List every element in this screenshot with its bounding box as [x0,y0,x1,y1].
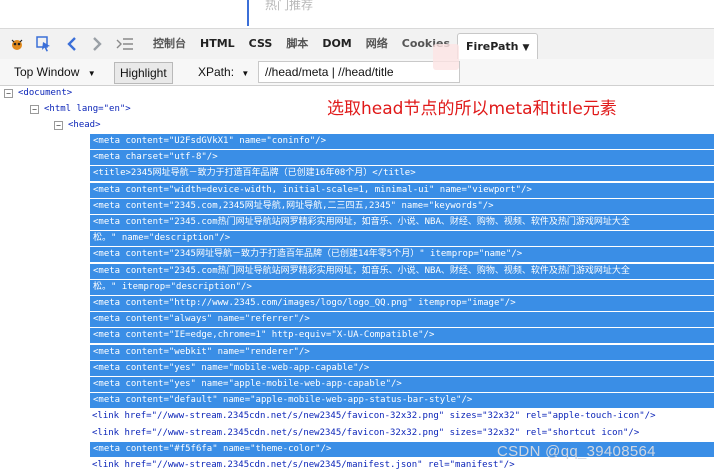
tree-node-line[interactable]: <meta content="width=device-width, initi… [90,182,714,198]
tree-node-line[interactable]: <title>2345网址导航－致力于打造百年品牌（已创建16年08个月）</t… [90,166,714,182]
tab-console[interactable]: 控制台 [146,29,193,59]
tree-node-line[interactable]: <meta content="2345.com热门网址导航站网罗精彩实用网址，如… [90,263,714,279]
highlight-button[interactable]: Highlight [114,62,173,84]
tree-node-head[interactable]: <head> [68,118,101,133]
tree-node-line[interactable]: <link href="//www-stream.2345cdn.net/s/n… [92,426,639,441]
collapse-toggle-icon[interactable]: − [54,121,63,130]
back-arrow-icon[interactable] [63,35,81,53]
xpath-select[interactable]: XPath: ▼ [198,62,249,82]
tab-html[interactable]: HTML [193,29,242,59]
tree-node-line[interactable]: <link href="//www-stream.2345cdn.net/s/n… [92,409,656,424]
chevron-down-icon: ▼ [241,69,250,78]
tree-node-line[interactable]: <meta content="2345.com热门网址导航站网罗精彩实用网址，如… [90,215,714,230]
tree-node-line[interactable]: 松。" itemprop="description"/> [90,279,714,295]
firebug-bug-icon[interactable] [8,35,26,53]
tree-node-line[interactable]: 松。" name="description"/> [90,231,714,247]
tree-node-line[interactable]: <meta content="yes" name="mobile-web-app… [90,360,714,376]
tab-firepath[interactable]: FirePath ▼ [457,32,539,60]
tree-node-html[interactable]: <html lang="en"> [44,102,131,117]
text-cursor-line [247,0,249,26]
tree-node-line[interactable]: <meta content="yes" name="apple-mobile-w… [90,377,714,392]
tree-node-line[interactable]: <meta content="http://www.2345.com/image… [90,296,714,311]
forward-arrow-icon[interactable] [88,35,106,53]
xpath-input[interactable]: //head/meta | //head/title [258,61,460,83]
tab-dom[interactable]: DOM [315,29,358,59]
panel-tabs: 控制台 HTML CSS 脚本 DOM 网络 Cookies FirePath ▼ [146,29,539,60]
search-hint: 热门推荐 [265,0,314,12]
tree-node-line[interactable]: <meta content="IE=edge,chrome=1" http-eq… [90,328,714,344]
tab-network[interactable]: 网络 [359,29,395,59]
tree-node-document[interactable]: <document> [18,86,72,101]
tree-node-line[interactable]: <meta charset="utf-8"/> [90,150,714,166]
tree-node-line[interactable]: <meta content="default" name="apple-mobi… [90,393,714,409]
chevron-down-icon: ▼ [87,69,96,78]
tree-node-line[interactable]: <link href="//www-stream.2345cdn.net/s/n… [92,458,515,473]
tab-css[interactable]: CSS [242,29,280,59]
firepath-error-mark [433,44,459,70]
tree-node-line[interactable]: <meta content="U2FsdGVkX1" name="coninfo… [90,134,714,149]
firepath-toolbar: Top Window ▼ Highlight XPath: ▼ //head/m… [0,59,714,86]
tab-firepath-label: FirePath [466,39,519,53]
command-line-icon[interactable] [116,35,134,53]
tab-script[interactable]: 脚本 [279,29,315,59]
tree-node-line[interactable]: <meta content="webkit" name="renderer"/> [90,344,714,360]
chevron-down-icon: ▼ [522,42,530,53]
tree-node-line[interactable]: <meta content="2345网址导航－致力于打造百年品牌（已创建14年… [90,247,714,263]
annotation-text: 选取head节点的所以meta和title元素 [327,99,617,119]
xpath-label: XPath: [198,65,235,79]
watermark: CSDN @qq_39408564 [497,443,656,460]
collapse-toggle-icon[interactable]: − [30,105,39,114]
frame-select[interactable]: Top Window ▼ [14,62,96,82]
inspect-element-icon[interactable] [35,35,53,53]
page-top-strip: 热门推荐 [0,0,714,28]
firebug-toolbar: 控制台 HTML CSS 脚本 DOM 网络 Cookies FirePath ▼ [0,28,714,60]
collapse-toggle-icon[interactable]: − [4,89,13,98]
tree-node-line[interactable]: <meta content="2345.com,2345网址导航,网址导航,二三… [90,198,714,214]
tree-node-line[interactable]: <meta content="always" name="referrer"/> [90,312,714,328]
frame-select-label: Top Window [14,65,80,79]
dom-tree: − <document> − <html lang="en"> − <head>… [0,86,714,472]
